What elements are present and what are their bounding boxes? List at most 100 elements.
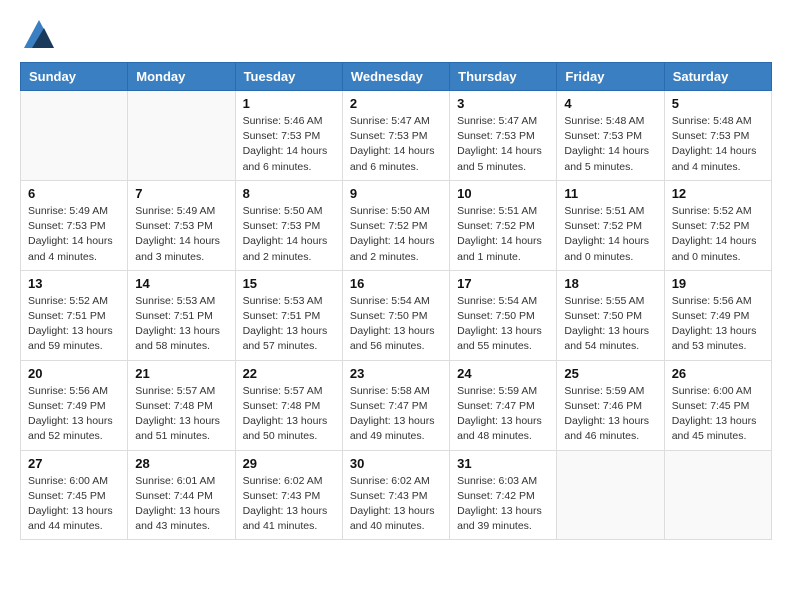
day-number: 20 [28, 366, 120, 381]
calendar-cell: 6 Sunrise: 5:49 AM Sunset: 7:53 PM Daylig… [21, 180, 128, 270]
day-info: Sunrise: 6:00 AM Sunset: 7:45 PM Dayligh… [28, 474, 120, 535]
week-row-3: 13Sunrise: 5:52 AM Sunset: 7:51 PM Dayli… [21, 270, 772, 360]
calendar-cell: 12 Sunrise: 5:52 AM Sunset: 7:52 PM Dayli… [664, 180, 771, 270]
logo-icon [24, 20, 54, 48]
weekday-header-sunday: Sunday [21, 63, 128, 91]
calendar-cell: 15 Sunrise: 5:53 AM Sunset: 7:51 PM Dayli… [235, 270, 342, 360]
day-info: Sunrise: 5:49 AM Sunset: 7:53 PM Dayligh… [28, 204, 120, 265]
day-number: 13 [28, 276, 120, 291]
calendar-cell [664, 450, 771, 540]
day-number: 1 [243, 96, 335, 111]
day-number: 25 [564, 366, 656, 381]
day-number: 11 [564, 186, 656, 201]
day-number: 27 [28, 456, 120, 471]
calendar-cell: 26 Sunrise: 6:00 AM Sunset: 7:45 PM Dayli… [664, 360, 771, 450]
calendar-cell: 19 Sunrise: 5:56 AM Sunset: 7:49 PM Dayli… [664, 270, 771, 360]
weekday-header-row: SundayMondayTuesdayWednesdayThursdayFrid… [21, 63, 772, 91]
day-number: 17 [457, 276, 549, 291]
day-info: Sunrise: 5:51 AM Sunset: 7:52 PM Dayligh… [457, 204, 549, 265]
day-info: Sunrise: 5:53 AM Sunset: 7:51 PM Dayligh… [243, 294, 335, 355]
calendar-cell: 29 Sunrise: 6:02 AM Sunset: 7:43 PM Dayli… [235, 450, 342, 540]
day-number: 5 [672, 96, 764, 111]
day-info: Sunrise: 6:02 AM Sunset: 7:43 PM Dayligh… [350, 474, 442, 535]
day-info: Sunrise: 5:56 AM Sunset: 7:49 PM Dayligh… [28, 384, 120, 445]
day-info: Sunrise: 6:03 AM Sunset: 7:42 PM Dayligh… [457, 474, 549, 535]
day-number: 19 [672, 276, 764, 291]
calendar-cell: 9 Sunrise: 5:50 AM Sunset: 7:52 PM Daylig… [342, 180, 449, 270]
day-number: 29 [243, 456, 335, 471]
calendar-cell: 16 Sunrise: 5:54 AM Sunset: 7:50 PM Dayli… [342, 270, 449, 360]
day-info: Sunrise: 5:56 AM Sunset: 7:49 PM Dayligh… [672, 294, 764, 355]
calendar-cell: 28 Sunrise: 6:01 AM Sunset: 7:44 PM Dayli… [128, 450, 235, 540]
day-info: Sunrise: 5:48 AM Sunset: 7:53 PM Dayligh… [564, 114, 656, 175]
day-info: Sunrise: 5:47 AM Sunset: 7:53 PM Dayligh… [457, 114, 549, 175]
day-info: Sunrise: 5:54 AM Sunset: 7:50 PM Dayligh… [457, 294, 549, 355]
day-number: 16 [350, 276, 442, 291]
day-number: 12 [672, 186, 764, 201]
day-info: Sunrise: 5:52 AM Sunset: 7:52 PM Dayligh… [672, 204, 764, 265]
day-number: 15 [243, 276, 335, 291]
day-number: 9 [350, 186, 442, 201]
day-number: 23 [350, 366, 442, 381]
day-info: Sunrise: 6:02 AM Sunset: 7:43 PM Dayligh… [243, 474, 335, 535]
day-info: Sunrise: 5:51 AM Sunset: 7:52 PM Dayligh… [564, 204, 656, 265]
calendar-cell: 25 Sunrise: 5:59 AM Sunset: 7:46 PM Dayli… [557, 360, 664, 450]
calendar-cell: 8Sunrise: 5:50 AM Sunset: 7:53 PM Daylig… [235, 180, 342, 270]
day-info: Sunrise: 6:00 AM Sunset: 7:45 PM Dayligh… [672, 384, 764, 445]
day-info: Sunrise: 5:57 AM Sunset: 7:48 PM Dayligh… [243, 384, 335, 445]
day-number: 28 [135, 456, 227, 471]
day-info: Sunrise: 5:57 AM Sunset: 7:48 PM Dayligh… [135, 384, 227, 445]
page-header [20, 20, 772, 52]
calendar-cell: 3Sunrise: 5:47 AM Sunset: 7:53 PM Daylig… [450, 91, 557, 181]
day-info: Sunrise: 5:59 AM Sunset: 7:47 PM Dayligh… [457, 384, 549, 445]
calendar-cell: 21 Sunrise: 5:57 AM Sunset: 7:48 PM Dayli… [128, 360, 235, 450]
weekday-header-tuesday: Tuesday [235, 63, 342, 91]
logo [20, 20, 54, 52]
day-info: Sunrise: 5:54 AM Sunset: 7:50 PM Dayligh… [350, 294, 442, 355]
calendar-cell: 23 Sunrise: 5:58 AM Sunset: 7:47 PM Dayli… [342, 360, 449, 450]
day-info: Sunrise: 5:47 AM Sunset: 7:53 PM Dayligh… [350, 114, 442, 175]
week-row-2: 6 Sunrise: 5:49 AM Sunset: 7:53 PM Daylig… [21, 180, 772, 270]
day-info: Sunrise: 5:46 AM Sunset: 7:53 PM Dayligh… [243, 114, 335, 175]
week-row-5: 27 Sunrise: 6:00 AM Sunset: 7:45 PM Dayli… [21, 450, 772, 540]
week-row-4: 20 Sunrise: 5:56 AM Sunset: 7:49 PM Dayli… [21, 360, 772, 450]
day-number: 8 [243, 186, 335, 201]
day-info: Sunrise: 6:01 AM Sunset: 7:44 PM Dayligh… [135, 474, 227, 535]
day-number: 10 [457, 186, 549, 201]
calendar-cell: 24 Sunrise: 5:59 AM Sunset: 7:47 PM Dayli… [450, 360, 557, 450]
calendar-cell: 20 Sunrise: 5:56 AM Sunset: 7:49 PM Dayli… [21, 360, 128, 450]
day-info: Sunrise: 5:50 AM Sunset: 7:52 PM Dayligh… [350, 204, 442, 265]
calendar-cell: 10 Sunrise: 5:51 AM Sunset: 7:52 PM Dayli… [450, 180, 557, 270]
day-number: 7 [135, 186, 227, 201]
calendar-cell: 1 Sunrise: 5:46 AM Sunset: 7:53 PM Daylig… [235, 91, 342, 181]
calendar-cell: 22 Sunrise: 5:57 AM Sunset: 7:48 PM Dayli… [235, 360, 342, 450]
day-info: Sunrise: 5:58 AM Sunset: 7:47 PM Dayligh… [350, 384, 442, 445]
weekday-header-monday: Monday [128, 63, 235, 91]
calendar-cell: 11 Sunrise: 5:51 AM Sunset: 7:52 PM Dayli… [557, 180, 664, 270]
day-number: 2 [350, 96, 442, 111]
day-info: Sunrise: 5:53 AM Sunset: 7:51 PM Dayligh… [135, 294, 227, 355]
calendar-cell: 17 Sunrise: 5:54 AM Sunset: 7:50 PM Dayli… [450, 270, 557, 360]
day-number: 6 [28, 186, 120, 201]
day-number: 24 [457, 366, 549, 381]
week-row-1: 1 Sunrise: 5:46 AM Sunset: 7:53 PM Daylig… [21, 91, 772, 181]
calendar-cell: 2 Sunrise: 5:47 AM Sunset: 7:53 PM Daylig… [342, 91, 449, 181]
calendar-cell: 31 Sunrise: 6:03 AM Sunset: 7:42 PM Dayli… [450, 450, 557, 540]
day-number: 21 [135, 366, 227, 381]
weekday-header-thursday: Thursday [450, 63, 557, 91]
calendar-cell: 18Sunrise: 5:55 AM Sunset: 7:50 PM Dayli… [557, 270, 664, 360]
day-number: 31 [457, 456, 549, 471]
calendar-cell: 4Sunrise: 5:48 AM Sunset: 7:53 PM Daylig… [557, 91, 664, 181]
calendar-cell: 7Sunrise: 5:49 AM Sunset: 7:53 PM Daylig… [128, 180, 235, 270]
day-number: 22 [243, 366, 335, 381]
calendar-cell: 30 Sunrise: 6:02 AM Sunset: 7:43 PM Dayli… [342, 450, 449, 540]
day-number: 26 [672, 366, 764, 381]
calendar-table: SundayMondayTuesdayWednesdayThursdayFrid… [20, 62, 772, 540]
day-info: Sunrise: 5:55 AM Sunset: 7:50 PM Dayligh… [564, 294, 656, 355]
calendar-cell: 14Sunrise: 5:53 AM Sunset: 7:51 PM Dayli… [128, 270, 235, 360]
weekday-header-wednesday: Wednesday [342, 63, 449, 91]
calendar-cell [557, 450, 664, 540]
day-number: 30 [350, 456, 442, 471]
day-info: Sunrise: 5:59 AM Sunset: 7:46 PM Dayligh… [564, 384, 656, 445]
calendar-cell [128, 91, 235, 181]
